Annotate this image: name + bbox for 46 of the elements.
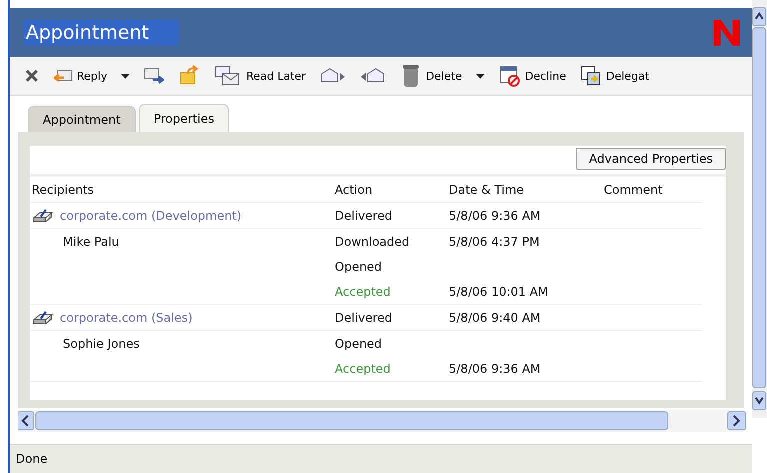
- advanced-properties-button[interactable]: Advanced Properties: [576, 148, 726, 170]
- window-title: Appointment: [24, 20, 180, 46]
- tab[interactable]: Appointment: [28, 106, 136, 132]
- column-header: Date & Time: [447, 177, 602, 203]
- folder-arrow-icon: [178, 65, 200, 87]
- column-header: Recipients: [30, 177, 333, 203]
- status-text: Done: [16, 452, 48, 466]
- caret-icon: [121, 74, 130, 78]
- recipient-link[interactable]: corporate.com (Development): [60, 208, 242, 222]
- table-cell: Accepted: [333, 279, 447, 305]
- column-header: Comment: [602, 177, 702, 203]
- table-cell-text: Sophie Jones: [62, 336, 141, 352]
- table-cell: 5/8/06 9:36 AM: [447, 356, 602, 382]
- envelope-arrow-icon: [144, 68, 164, 84]
- vertical-scrollbar[interactable]: [752, 0, 767, 418]
- calendar-prohibited-icon: [499, 65, 522, 87]
- toolbar-dropdown-button[interactable]: Delete: [400, 63, 486, 89]
- notepad-pen-icon: [32, 208, 54, 224]
- logo-icon: [712, 18, 742, 48]
- toolbar-icon-button[interactable]: [144, 68, 164, 84]
- toolbar-dropdown-button[interactable]: Reply: [54, 70, 130, 82]
- windows-arrow-icon: [580, 65, 602, 87]
- table-cell: 5/8/06 9:40 AM: [447, 305, 602, 331]
- horizontal-scrollbar[interactable]: [18, 410, 744, 432]
- envelopes-icon: [214, 65, 242, 87]
- table-cell-text: Mike Palu: [62, 234, 120, 250]
- toolbar-button[interactable]: Delegat: [580, 65, 650, 87]
- toolbar-button[interactable]: Decline: [499, 65, 566, 87]
- recipient-link[interactable]: corporate.com (Sales): [60, 310, 193, 324]
- table-cell-text: Opened: [334, 258, 384, 276]
- column-header: Action: [333, 177, 447, 203]
- table-cell: Delivered: [333, 203, 447, 229]
- toolbar-icon-button[interactable]: [24, 68, 40, 84]
- table-cell: Delivered: [333, 305, 447, 331]
- table-cell: 5/8/06 9:36 AM: [447, 203, 602, 229]
- close-icon: [24, 68, 40, 84]
- table-cell: 5/8/06 10:01 AM: [447, 279, 602, 305]
- table-cell-text: 5/8/06 4:37 PM: [448, 234, 541, 250]
- toolbar-button[interactable]: Read Later: [214, 65, 306, 87]
- tab[interactable]: Properties: [138, 104, 230, 132]
- table-cell: Accepted: [333, 356, 447, 382]
- table-cell-text: Opened: [334, 336, 384, 352]
- table-cell-text: Downloaded: [334, 234, 411, 250]
- caret-icon: [476, 74, 486, 78]
- envelope-arrow-icon: [54, 70, 73, 82]
- notepad-pen-icon: [32, 310, 54, 326]
